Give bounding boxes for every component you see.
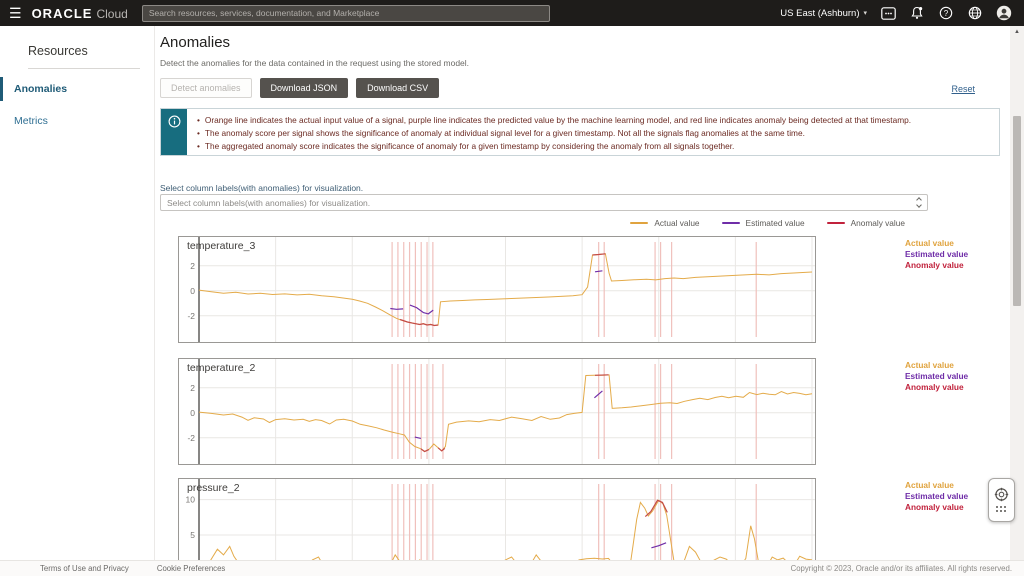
chevron-down-icon: ▾ bbox=[863, 9, 867, 17]
legend-label: Estimated value bbox=[746, 218, 805, 228]
terms-link[interactable]: Terms of Use and Privacy bbox=[40, 564, 129, 573]
main-content: Anomalies Detect the anomalies for the d… bbox=[155, 26, 1005, 560]
cookie-preferences-link[interactable]: Cookie Preferences bbox=[157, 564, 225, 573]
side-legend-estimated: Estimated value bbox=[905, 249, 1005, 260]
topbar-right: US East (Ashburn) ▾ ? bbox=[780, 5, 1024, 21]
svg-text:-2: -2 bbox=[187, 311, 195, 321]
chart-side-legend: Actual value Estimated value Anomaly val… bbox=[905, 238, 1005, 271]
reset-link[interactable]: Reset bbox=[951, 84, 975, 94]
sidebar-title: Resources bbox=[28, 44, 154, 58]
download-csv-button[interactable]: Download CSV bbox=[356, 78, 439, 98]
developer-tools-icon[interactable] bbox=[880, 5, 896, 21]
column-select-dropdown[interactable]: Select column labels(with anomalies) for… bbox=[160, 194, 928, 211]
target-icon bbox=[994, 487, 1009, 502]
anomaly-line-swatch bbox=[827, 222, 845, 225]
scroll-up-icon[interactable]: ▲ bbox=[1014, 29, 1020, 35]
column-select-placeholder: Select column labels(with anomalies) for… bbox=[167, 198, 917, 208]
info-banner-body: Orange line indicates the actual input v… bbox=[187, 109, 921, 155]
legend-item-anomaly: Anomaly value bbox=[827, 218, 905, 228]
side-legend-actual: Actual value bbox=[905, 238, 1005, 249]
region-label: US East (Ashburn) bbox=[780, 8, 859, 19]
brand-oracle: ORACLE bbox=[32, 6, 93, 21]
footer: Terms of Use and Privacy Cookie Preferen… bbox=[0, 560, 1024, 576]
legend-item-estimated: Estimated value bbox=[722, 218, 805, 228]
legend-label: Actual value bbox=[654, 218, 699, 228]
floating-widget[interactable] bbox=[988, 478, 1015, 522]
scrollbar-thumb[interactable] bbox=[1013, 116, 1021, 306]
sidebar: Resources Anomalies Metrics bbox=[0, 26, 155, 560]
sidebar-item-anomalies[interactable]: Anomalies bbox=[0, 77, 154, 101]
side-legend-estimated: Estimated value bbox=[905, 371, 1005, 382]
chart-plot-area: 2 0 -2 bbox=[179, 237, 815, 342]
chart-plot-area: 2 0 -2 bbox=[179, 359, 815, 464]
topbar: ☰ ORACLE Cloud Search resources, service… bbox=[0, 0, 1024, 26]
svg-text:-2: -2 bbox=[187, 433, 195, 443]
brand-cloud: Cloud bbox=[96, 7, 127, 21]
svg-text:0: 0 bbox=[190, 408, 195, 418]
region-selector[interactable]: US East (Ashburn) ▾ bbox=[780, 8, 867, 19]
chart-temperature-2: temperature_2 2 0 -2 bbox=[178, 358, 816, 465]
info-bullet: Orange line indicates the actual input v… bbox=[197, 114, 911, 127]
help-icon[interactable]: ? bbox=[938, 5, 954, 21]
side-legend-actual: Actual value bbox=[905, 360, 1005, 371]
chart-temperature-3: temperature_3 2 0 -2 bbox=[178, 236, 816, 343]
sidebar-item-metrics[interactable]: Metrics bbox=[0, 109, 154, 133]
chart-side-legend: Actual value Estimated value Anomaly val… bbox=[905, 360, 1005, 393]
estimated-line-swatch bbox=[722, 222, 740, 225]
chart-legend: Actual value Estimated value Anomaly val… bbox=[155, 218, 905, 228]
actual-line-swatch bbox=[630, 222, 648, 225]
download-json-button[interactable]: Download JSON bbox=[260, 78, 349, 98]
page-subtitle: Detect the anomalies for the data contai… bbox=[160, 58, 469, 68]
dots-grid-icon bbox=[996, 506, 1008, 514]
chart-title: temperature_3 bbox=[187, 240, 255, 252]
hamburger-menu-icon[interactable]: ☰ bbox=[9, 5, 22, 22]
info-banner: Orange line indicates the actual input v… bbox=[160, 108, 1000, 156]
side-legend-anomaly: Anomaly value bbox=[905, 260, 1005, 271]
info-banner-strip bbox=[161, 109, 187, 155]
global-search-input[interactable]: Search resources, services, documentatio… bbox=[142, 5, 550, 22]
svg-text:5: 5 bbox=[190, 530, 195, 540]
detect-anomalies-button[interactable]: Detect anomalies bbox=[160, 78, 252, 98]
svg-text:0: 0 bbox=[190, 286, 195, 296]
chart-title: pressure_2 bbox=[187, 482, 240, 494]
info-icon bbox=[168, 115, 181, 128]
legend-label: Anomaly value bbox=[851, 218, 905, 228]
svg-text:2: 2 bbox=[190, 383, 195, 393]
svg-text:10: 10 bbox=[186, 495, 196, 505]
language-globe-icon[interactable] bbox=[967, 5, 983, 21]
sidebar-divider bbox=[28, 68, 140, 69]
select-updown-icon bbox=[917, 198, 921, 207]
side-legend-anomaly: Anomaly value bbox=[905, 382, 1005, 393]
info-bullet-list: Orange line indicates the actual input v… bbox=[197, 114, 911, 153]
profile-avatar-icon[interactable] bbox=[996, 5, 1012, 21]
notifications-bell-icon[interactable] bbox=[909, 5, 925, 21]
copyright-text: Copyright © 2023, Oracle and/or its affi… bbox=[791, 564, 1012, 573]
svg-text:?: ? bbox=[944, 9, 949, 18]
legend-item-actual: Actual value bbox=[630, 218, 699, 228]
column-select-label: Select column labels(with anomalies) for… bbox=[160, 183, 363, 193]
oracle-cloud-logo[interactable]: ORACLE Cloud bbox=[32, 6, 128, 21]
info-bullet: The aggregated anomaly score indicates t… bbox=[197, 140, 911, 153]
chart-title: temperature_2 bbox=[187, 362, 255, 374]
svg-text:2: 2 bbox=[190, 261, 195, 271]
chart-plot-area: 1050 bbox=[179, 479, 815, 560]
chart-pressure-2: pressure_2 1050 bbox=[178, 478, 816, 560]
page-title: Anomalies bbox=[160, 34, 230, 51]
info-bullet: The anomaly score per signal shows the s… bbox=[197, 127, 911, 140]
search-placeholder: Search resources, services, documentatio… bbox=[149, 8, 380, 18]
toolbar: Detect anomalies Download JSON Download … bbox=[160, 78, 439, 98]
